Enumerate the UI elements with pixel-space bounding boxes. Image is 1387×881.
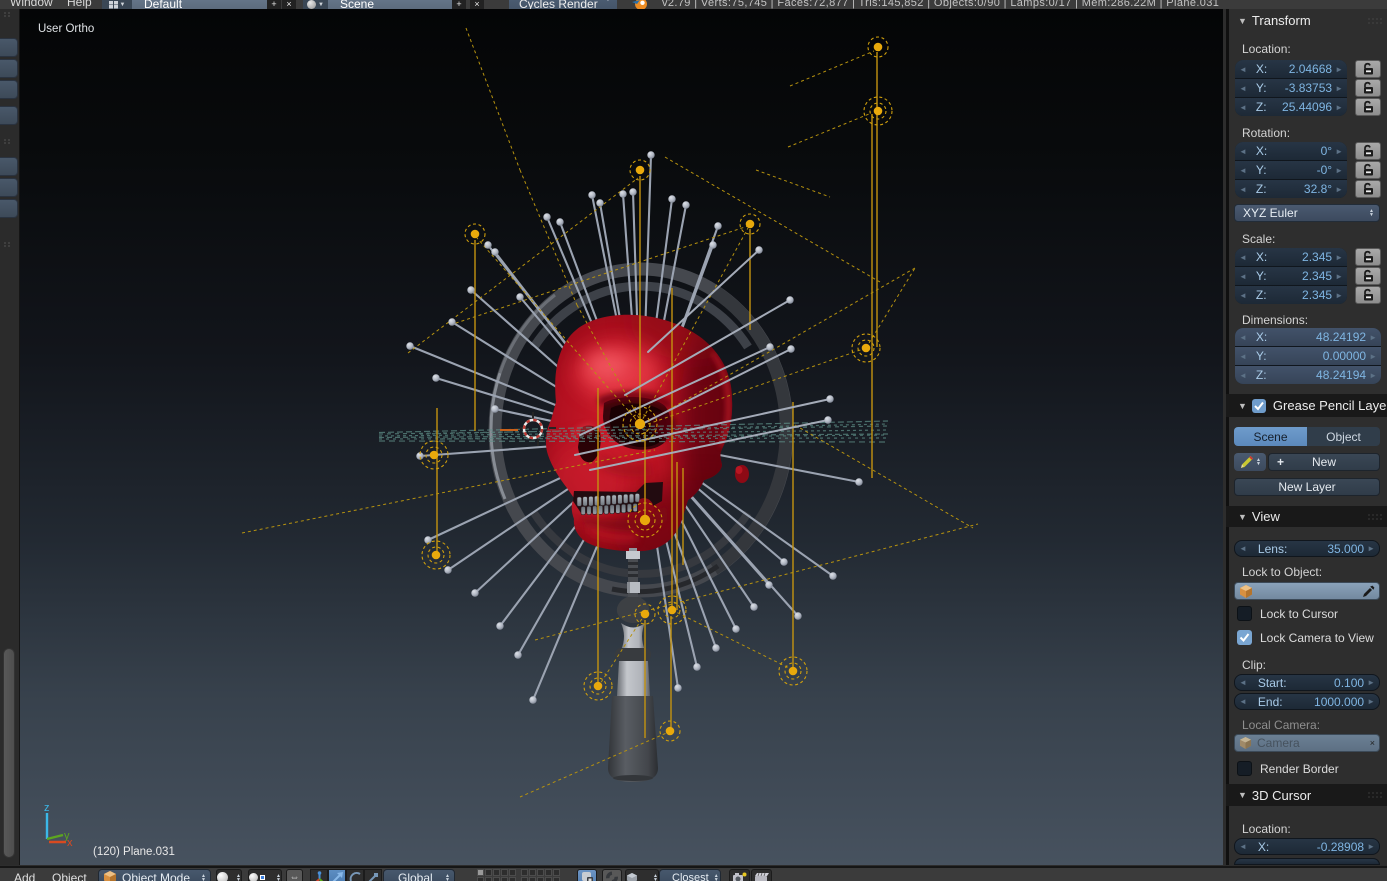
svg-text:(120) Plane.031: (120) Plane.031 bbox=[93, 846, 175, 858]
svg-text:x: x bbox=[67, 837, 73, 849]
svg-text:User Ortho: User Ortho bbox=[38, 23, 94, 35]
svg-text:z: z bbox=[44, 802, 50, 814]
